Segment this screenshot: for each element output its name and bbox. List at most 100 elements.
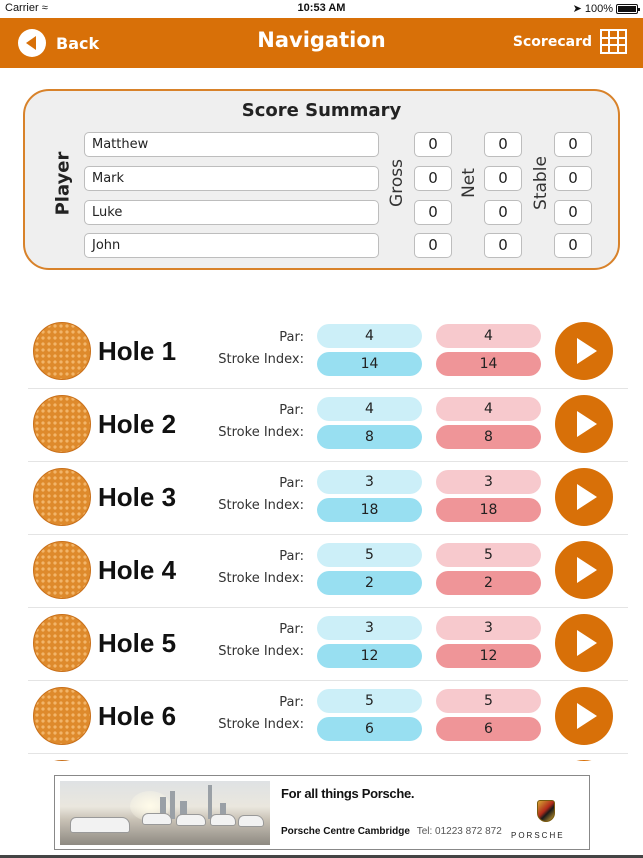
- hole-row[interactable]: Hole 4 Par: Stroke Index: 5 2 5 2: [28, 535, 628, 608]
- stroke-index-label: Stroke Index:: [218, 644, 304, 659]
- play-hole-button[interactable]: [555, 468, 613, 526]
- red-tee-stroke-index: 12: [436, 644, 541, 668]
- red-tee-stroke-index: 8: [436, 425, 541, 449]
- blue-tee-stroke-index: 8: [317, 425, 422, 449]
- blue-tee-stroke-index: 12: [317, 644, 422, 668]
- blue-tee-stroke-index: 6: [317, 717, 422, 741]
- score-summary-title: Score Summary: [241, 100, 402, 121]
- play-hole-button[interactable]: [555, 395, 613, 453]
- golf-ball-icon: [33, 322, 91, 380]
- stroke-index-label: Stroke Index:: [218, 717, 304, 732]
- gross-score-field: 0: [414, 166, 452, 191]
- hole-row[interactable]: Hole 2 Par: Stroke Index: 4 8 4 8: [28, 389, 628, 462]
- gross-score-field: 0: [414, 200, 452, 225]
- par-label: Par:: [279, 622, 304, 637]
- net-score-field: 0: [484, 200, 522, 225]
- gross-label: Gross: [387, 159, 407, 207]
- red-tee-par: 5: [436, 689, 541, 713]
- stable-label: Stable: [531, 156, 551, 210]
- location-arrow-icon: ➤: [572, 3, 582, 15]
- red-tee-par: 4: [436, 397, 541, 421]
- net-score-field: 0: [484, 166, 522, 191]
- back-button[interactable]: Back: [18, 29, 99, 57]
- play-hole-button[interactable]: [555, 614, 613, 672]
- player-name-field[interactable]: Luke: [84, 200, 379, 225]
- hole-name: Hole 6: [98, 701, 177, 731]
- gross-score-field: 0: [414, 132, 452, 157]
- stroke-index-label: Stroke Index:: [218, 498, 304, 513]
- hole-name: Hole 4: [98, 555, 177, 585]
- play-hole-button[interactable]: [555, 322, 613, 380]
- red-tee-stroke-index: 18: [436, 498, 541, 522]
- play-hole-button[interactable]: [555, 687, 613, 745]
- golf-ball-icon: [33, 541, 91, 599]
- battery-percent: 100%: [584, 2, 613, 15]
- blue-tee-stroke-index: 14: [317, 352, 422, 376]
- play-hole-button[interactable]: [555, 760, 613, 761]
- stroke-index-label: Stroke Index:: [218, 425, 304, 440]
- player-name-field[interactable]: Matthew: [84, 132, 379, 157]
- golf-ball-icon: [33, 760, 91, 761]
- red-tee-stroke-index: 6: [436, 717, 541, 741]
- hole-name: Hole 5: [98, 628, 177, 658]
- player-name-field[interactable]: Mark: [84, 166, 379, 191]
- blue-tee-par: 3: [317, 470, 422, 494]
- hole-row-partial[interactable]: [28, 754, 628, 761]
- play-hole-button[interactable]: [555, 541, 613, 599]
- back-circle-icon: [18, 29, 46, 57]
- grid-icon: [600, 29, 627, 54]
- stableford-score-field: 0: [554, 233, 592, 258]
- battery-fill: [618, 5, 636, 12]
- navigation-bar: Back Navigation Scorecard: [0, 18, 643, 68]
- blue-tee-stroke-index: 2: [317, 571, 422, 595]
- hole-row[interactable]: Hole 6 Par: Stroke Index: 5 6 5 6: [28, 681, 628, 754]
- par-label: Par:: [279, 695, 304, 710]
- gross-score-field: 0: [414, 233, 452, 258]
- dealer-name: Porsche Centre Cambridge: [281, 826, 410, 837]
- dealer-phone: Tel: 01223 872 872: [416, 826, 502, 837]
- net-label: Net: [459, 168, 479, 198]
- blue-tee-par: 4: [317, 397, 422, 421]
- hole-row[interactable]: Hole 1 Par: Stroke Index: 4 14 4 14: [28, 316, 628, 389]
- par-label: Par:: [279, 403, 304, 418]
- holes-list[interactable]: Hole 1 Par: Stroke Index: 4 14 4 14 Hole 2 Par: S…: [28, 316, 628, 761]
- status-bar: Carrier ≈ 10:53 AM ➤ 100%: [0, 0, 643, 18]
- advert-image: [60, 781, 270, 845]
- blue-tee-par: 5: [317, 543, 422, 567]
- red-tee-stroke-index: 14: [436, 352, 541, 376]
- stableford-score-field: 0: [554, 132, 592, 157]
- hole-row[interactable]: Hole 5 Par: Stroke Index: 3 12 3 12: [28, 608, 628, 681]
- par-label: Par:: [279, 476, 304, 491]
- hole-row[interactable]: Hole 3 Par: Stroke Index: 3 18 3 18: [28, 462, 628, 535]
- blue-tee-stroke-index: 18: [317, 498, 422, 522]
- hole-name: Hole 3: [98, 482, 177, 512]
- player-name-field[interactable]: John: [84, 233, 379, 258]
- stableford-score-field: 0: [554, 166, 592, 191]
- blue-tee-par: 3: [317, 616, 422, 640]
- clock: 10:53 AM: [297, 2, 346, 14]
- brand-wordmark: PORSCHE: [511, 831, 565, 840]
- golf-ball-icon: [33, 395, 91, 453]
- stableford-score-field: 0: [554, 200, 592, 225]
- golf-ball-icon: [33, 468, 91, 526]
- advert-headline: For all things Porsche.: [281, 786, 415, 801]
- stroke-index-label: Stroke Index:: [218, 352, 304, 367]
- stroke-index-label: Stroke Index:: [218, 571, 304, 586]
- score-summary-panel: Score Summary Player Gross Net Stable Ma…: [23, 89, 620, 270]
- porsche-crest-icon: [537, 800, 555, 822]
- golf-ball-icon: [33, 687, 91, 745]
- back-label: Back: [56, 33, 100, 53]
- scorecard-label: Scorecard: [512, 33, 592, 50]
- scorecard-button[interactable]: Scorecard: [513, 29, 627, 54]
- player-label: Player: [52, 151, 74, 216]
- hole-name: Hole 2: [98, 409, 177, 439]
- red-tee-par: 3: [436, 616, 541, 640]
- battery-icon: [616, 3, 640, 14]
- advert-banner[interactable]: For all things Porsche. Porsche Centre C…: [54, 775, 590, 850]
- red-tee-par: 4: [436, 324, 541, 348]
- red-tee-par: 3: [436, 470, 541, 494]
- red-tee-stroke-index: 2: [436, 571, 541, 595]
- golf-ball-icon: [33, 614, 91, 672]
- par-label: Par:: [279, 330, 304, 345]
- blue-tee-par: 4: [317, 324, 422, 348]
